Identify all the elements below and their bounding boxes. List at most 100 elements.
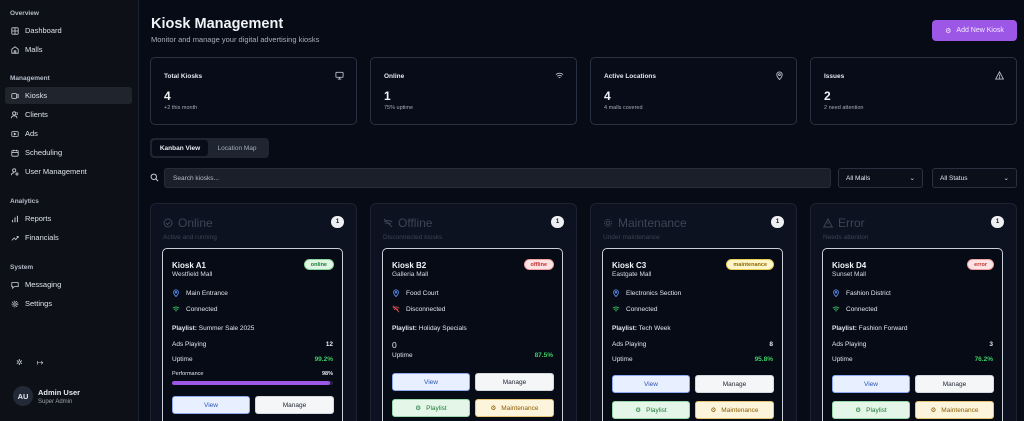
map-pin-icon [775, 71, 784, 80]
playlist-button[interactable]: ⚙ Playlist [612, 401, 690, 419]
sidebar-item-label: Kiosks [25, 91, 48, 100]
stat-value: 4 [164, 89, 171, 103]
status-badge: error [967, 259, 994, 270]
manage-button[interactable]: Manage [475, 373, 554, 391]
users-icon [11, 110, 19, 119]
stat-card-online: Online 1 75% uptime [370, 57, 577, 125]
performance-bar-fill [172, 381, 330, 385]
maintenance-button[interactable]: ⚙ Maintenance [475, 399, 554, 417]
tab-location-map[interactable]: Location Map [208, 140, 266, 156]
map-pin-icon [613, 289, 619, 297]
sidebar-item-label: Scheduling [25, 148, 63, 157]
sidebar-item-label: User Management [25, 167, 87, 176]
view-button[interactable]: View [612, 375, 690, 393]
kiosk-card[interactable]: Kiosk D4 Sunset Mall error Fashion Distr… [822, 248, 1003, 421]
column-header: Offline [383, 216, 432, 230]
sidebar-item-kiosks[interactable]: Kiosks [5, 87, 132, 104]
logout-icon[interactable]: ↦ [37, 358, 44, 367]
maintenance-button[interactable]: ⚙ Maintenance [915, 401, 994, 419]
sidebar-item-ads[interactable]: Ads [5, 125, 132, 142]
kiosk-name: Kiosk A1 [172, 261, 206, 270]
column-header: Online [163, 216, 213, 230]
theme-toggle-icon[interactable]: ✲ [16, 358, 23, 367]
sidebar-item-label: Ads [25, 129, 38, 138]
sidebar-item-scheduling[interactable]: Scheduling [5, 144, 132, 161]
column-title: Offline [398, 216, 433, 230]
section-label-system: System [10, 264, 34, 271]
maintenance-button[interactable]: ⚙ Maintenance [695, 401, 774, 419]
trending-up-icon [11, 234, 19, 242]
sidebar-item-dashboard[interactable]: Dashboard [5, 22, 132, 39]
check-circle-icon [163, 218, 173, 228]
column-count-badge: 1 [771, 216, 784, 228]
stat-label: Online [384, 73, 405, 80]
user-profile[interactable]: AU Admin User Super Admin [13, 386, 80, 406]
gear-icon: ⚙ [930, 407, 937, 414]
gear-icon: ⚙ [710, 407, 717, 414]
view-button[interactable]: View [172, 396, 250, 414]
column-description: Under maintenance [603, 234, 660, 241]
manage-button[interactable]: Manage [695, 375, 774, 393]
column-count-badge: 1 [991, 216, 1004, 228]
kiosk-location: Main Entrance [172, 289, 228, 297]
stat-value: 4 [604, 89, 611, 103]
status-badge: online [303, 259, 334, 270]
search-input[interactable] [164, 168, 831, 188]
kiosk-mall: Westfield Mall [172, 271, 213, 278]
ads-playing-row: Ads Playing 8 [612, 341, 773, 348]
column-title: Maintenance [618, 216, 687, 230]
kiosk-connection: Connected [832, 305, 877, 313]
view-button[interactable]: View [832, 375, 910, 393]
kiosk-location: Food Court [392, 289, 439, 297]
stat-sub: +2 this month [164, 105, 198, 111]
kiosk-card[interactable]: Kiosk A1 Westfield Mall online Main Entr… [162, 248, 343, 421]
sidebar-item-user-management[interactable]: User Management [5, 163, 132, 180]
manage-button[interactable]: Manage [915, 375, 994, 393]
kanban-column-offline: Offline 1 Disconnected kiosks Kiosk B2 G… [370, 203, 577, 421]
sidebar-tools: ✲ ↦ [16, 358, 43, 367]
kiosk-card[interactable]: Kiosk C3 Eastgate Mall maintenance Elect… [602, 248, 783, 421]
stat-sub: 4 malls covered [604, 105, 643, 111]
gear-icon: ⚙ [855, 407, 862, 414]
add-kiosk-button[interactable]: ⚙ Add New Kiosk [932, 20, 1017, 41]
kiosk-connection: Connected [612, 305, 657, 313]
uptime-row: Uptime 99.2% [172, 356, 333, 363]
kiosk-card[interactable]: Kiosk B2 Galleria Mall offline Food Cour… [382, 248, 563, 421]
ads-playing-row: Ads Playing 3 [832, 341, 993, 348]
kanban-column-online: Online 1 Active and running Kiosk A1 Wes… [150, 203, 357, 421]
gear-icon [11, 300, 19, 308]
sidebar-item-clients[interactable]: Clients [5, 106, 132, 123]
sidebar-item-label: Reports [25, 214, 52, 223]
map-pin-icon [393, 289, 399, 297]
sidebar-item-malls[interactable]: Malls [5, 41, 132, 58]
sidebar-item-settings[interactable]: Settings [5, 295, 132, 312]
section-label-overview: Overview [10, 10, 39, 17]
building-icon [11, 45, 19, 54]
kiosk-name: Kiosk C3 [612, 261, 647, 270]
playlist-button[interactable]: ⚙ Playlist [392, 399, 470, 417]
status-filter-select[interactable]: All Status ⌄ [932, 168, 1017, 188]
map-pin-icon [173, 289, 179, 297]
sidebar-item-messaging[interactable]: Messaging [5, 276, 132, 293]
stat-label: Total Kiosks [164, 73, 203, 80]
page-title: Kiosk Management [151, 16, 284, 32]
wifi-icon [832, 306, 840, 312]
tab-kanban-view[interactable]: Kanban View [152, 140, 208, 156]
sidebar-item-reports[interactable]: Reports [5, 210, 132, 227]
section-label-analytics: Analytics [10, 198, 39, 205]
wifi-icon [172, 306, 180, 312]
chevron-down-icon: ⌄ [1003, 175, 1009, 182]
playlist-button[interactable]: ⚙ Playlist [832, 401, 910, 419]
wifi-off-icon [383, 218, 393, 228]
kiosk-location: Electronics Section [612, 289, 681, 297]
malls-filter-select[interactable]: All Malls ⌄ [838, 168, 923, 188]
uptime-row: Uptime 76.2% [832, 356, 993, 363]
manage-button[interactable]: Manage [255, 396, 334, 414]
gear-icon: ⚙ [945, 27, 952, 35]
view-button[interactable]: View [392, 373, 470, 391]
sidebar-item-financials[interactable]: Financials [5, 229, 132, 246]
user-role: Super Admin [38, 398, 73, 405]
message-icon [11, 281, 19, 289]
kiosk-name: Kiosk D4 [832, 261, 867, 270]
stat-sub: 75% uptime [384, 105, 414, 111]
